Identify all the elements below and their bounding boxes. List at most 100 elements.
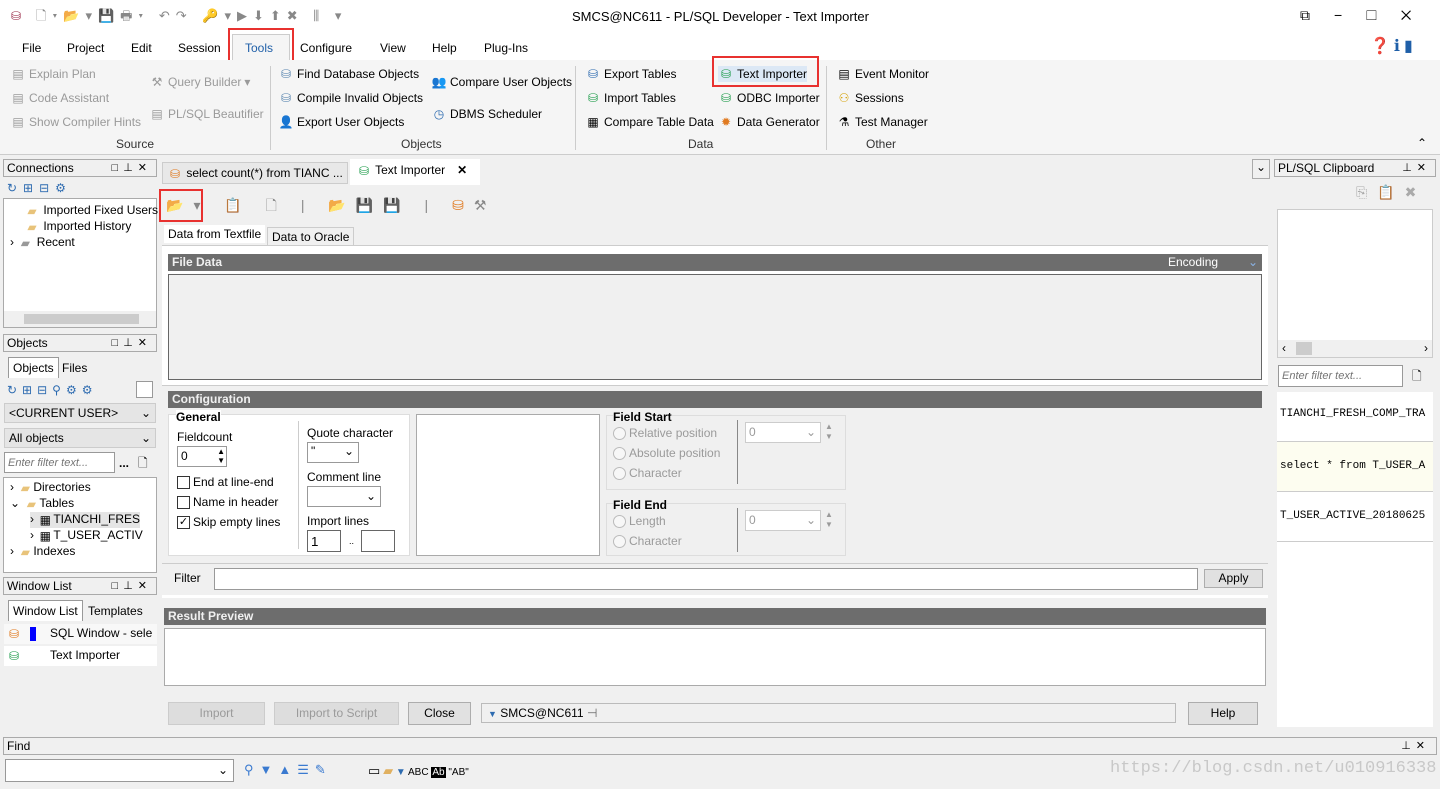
connections-tree[interactable]: ▰ Imported Fixed Users ▰ Imported Histor… [3,198,158,328]
help-button[interactable]: Help [1188,702,1258,725]
menu-plugins[interactable]: Plug-Ins [484,41,528,55]
import-lines-from[interactable] [307,530,341,552]
quick-access-toolbar: 🗋▾📂▾💾🖶▾ ↶↷ 🔑▾▶⬇⬆✖ ⫼ ▾ [36,8,348,23]
menu-session[interactable]: Session [178,41,221,55]
field-start-value[interactable]: 0 ⌄ [745,422,821,443]
tree-item[interactable]: › ▰ Recent [10,235,75,251]
importer-toolbar[interactable]: 📂▾ 📋 🗋 | 📂💾💾 | ⛁⚒ [166,195,496,219]
ribbon-sessions[interactable]: ⚇ Sessions [836,90,904,106]
name-in-header-checkbox[interactable]: Name in header [177,495,278,510]
highlight-tools [228,28,294,62]
clipboard-filter-input[interactable] [1278,365,1403,387]
length-radio[interactable]: Length [613,514,666,529]
fieldcount-label: Fieldcount [177,430,233,444]
ribbon-compile-invalid[interactable]: ⛁ Compile Invalid Objects [278,90,423,106]
connection-selector[interactable]: ▼ SMCS@NC611 ⊣ [481,703,1176,723]
collapse-ribbon-icon[interactable]: ⌃ [1417,136,1427,150]
new-filter-icon[interactable]: 🗋 [138,454,148,475]
ribbon-event-monitor[interactable]: ▤ Event Monitor [836,66,929,82]
ribbon-export-tables[interactable]: ⛁ Export Tables [585,66,677,82]
doc-tab-sql[interactable]: ⛁ select count(*) from TIANC ... [162,162,348,184]
field-end-spinner[interactable]: ▲ ▼ [825,510,833,530]
end-at-line-end-checkbox[interactable]: End at line-end [177,475,274,490]
tree-item[interactable]: ▰ Imported History [24,219,131,235]
window-list-item[interactable]: ⛁ Text Importer [4,646,157,666]
tab-objects[interactable]: Objects [8,357,59,378]
tree-item[interactable]: › ▦ TIANCHI_FRES [30,512,141,528]
tree-item[interactable]: › ▰ Directories [10,480,91,496]
horizontal-scrollbar[interactable]: ‹ › [1278,340,1432,357]
new-filter-icon[interactable]: 🗋 [1412,367,1422,388]
file-data-area[interactable] [168,274,1262,380]
field-start-spinner[interactable]: ▲ ▼ [825,422,833,442]
ribbon-export-user-objects[interactable]: 👤 Export User Objects [278,114,405,130]
tab-list-dropdown[interactable]: ⌄ [1252,159,1270,179]
ribbon-compare-user-objects[interactable]: 👥 Compare User Objects [431,74,573,90]
import-to-script-button[interactable]: Import to Script [274,702,399,725]
ribbon-data-generator[interactable]: ✹ Data Generator [718,114,820,130]
menu-help[interactable]: Help [432,41,457,55]
tab-files[interactable]: Files [62,361,87,375]
user-select[interactable]: <CURRENT USER> ⌄ [4,403,156,423]
close-button[interactable]: Close [408,702,471,725]
horizontal-scrollbar[interactable] [4,311,156,327]
filter-input[interactable] [214,568,1198,590]
doc-tab-text-importer[interactable]: ⛁ Text Importer ✕ [350,159,480,185]
tree-item[interactable]: › ▦ T_USER_ACTIV [30,528,143,544]
window-list-item[interactable]: ⛁ SQL Window - sele [4,624,157,644]
ribbon-compare-table-data[interactable]: ▦ Compare Table Data [585,114,714,130]
field-end-value[interactable]: 0 ⌄ [745,510,821,531]
clipboard-list[interactable]: ‹ › [1277,209,1433,358]
divider [1277,491,1433,492]
object-type-select[interactable]: All objects ⌄ [4,428,156,448]
skip-empty-lines-checkbox[interactable]: ✓ Skip empty lines [177,515,280,530]
encoding-select[interactable]: Encoding ⌄ [1168,254,1258,271]
menu-file[interactable]: File [22,41,41,55]
clipboard-item[interactable]: TIANCHI_FRESH_COMP_TRA [1280,408,1425,420]
tab-data-to-oracle[interactable]: Data to Oracle [267,227,355,247]
tab-templates[interactable]: Templates [88,604,143,618]
objects-tree[interactable]: › ▰ Directories ⌄ ▰ Tables › ▦ TIANCHI_FRES… [3,477,157,573]
ribbon-test-manager[interactable]: ⚗ Test Manager [836,114,928,130]
help-icons[interactable]: ❓ℹ▮ [1370,36,1417,56]
tree-item[interactable]: ⌄ ▰ Tables [10,496,74,512]
relative-position-radio[interactable]: Relative position [613,426,717,441]
menu-edit[interactable]: Edit [131,41,152,55]
divider [737,420,738,484]
more-button[interactable]: ... [119,456,129,470]
ribbon-import-tables[interactable]: ⛁ Import Tables [585,90,676,106]
character-radio[interactable]: Character [613,466,682,481]
clipboard-item[interactable]: select * from T_USER_A [1277,442,1433,491]
tree-item[interactable]: ▰ Imported Fixed Users [24,203,158,219]
import-button[interactable]: Import [168,702,265,725]
objects-filter-input[interactable] [4,452,115,473]
highlight-open-file [159,189,203,222]
apply-button[interactable]: Apply [1204,569,1263,588]
find-toolbar[interactable]: ⚲▼▲☰✎ [244,762,332,778]
objects-toolbar[interactable]: ↻⊞⊟⚲⚙⚙ [7,383,97,397]
window-controls[interactable]: ⧉−☐✕ [1300,7,1435,24]
comment-line-select[interactable]: ⌄ [307,486,381,507]
absolute-position-radio[interactable]: Absolute position [613,446,720,461]
menu-project[interactable]: Project [67,41,104,55]
fieldcount-spinner[interactable]: 0 ▲ ▼ [177,446,227,467]
objects-checkbox[interactable] [136,381,153,398]
find-input[interactable]: ⌄ [5,759,234,782]
menu-configure[interactable]: Configure [300,41,352,55]
import-lines-to[interactable] [361,530,395,552]
quote-select[interactable]: " ⌄ [307,442,359,463]
end-character-radio[interactable]: Character [613,534,682,549]
find-options[interactable]: ▭ ▰ ▼ ABC Ab "AB" [368,763,469,779]
tab-window-list[interactable]: Window List [8,600,83,621]
menu-view[interactable]: View [380,41,406,55]
clipboard-items: TIANCHI_FRESH_COMP_TRA select * from T_U… [1277,392,1433,727]
tree-item[interactable]: › ▰ Indexes [10,544,75,560]
connections-toolbar[interactable]: ↻⊞⊟⚙ [7,181,72,195]
tab-data-from-textfile[interactable]: Data from Textfile [164,225,266,243]
close-tab-icon[interactable]: ✕ [457,163,467,177]
ribbon-odbc-importer[interactable]: ⛁ ODBC Importer [718,90,820,106]
ribbon-dbms-scheduler[interactable]: ◷ DBMS Scheduler [431,106,542,122]
clipboard-toolbar[interactable]: ⎘📋✖ [1356,184,1426,201]
clipboard-item[interactable]: T_USER_ACTIVE_20180625 [1280,510,1425,522]
ribbon-find-db-objects[interactable]: ⛁ Find Database Objects [278,66,419,82]
